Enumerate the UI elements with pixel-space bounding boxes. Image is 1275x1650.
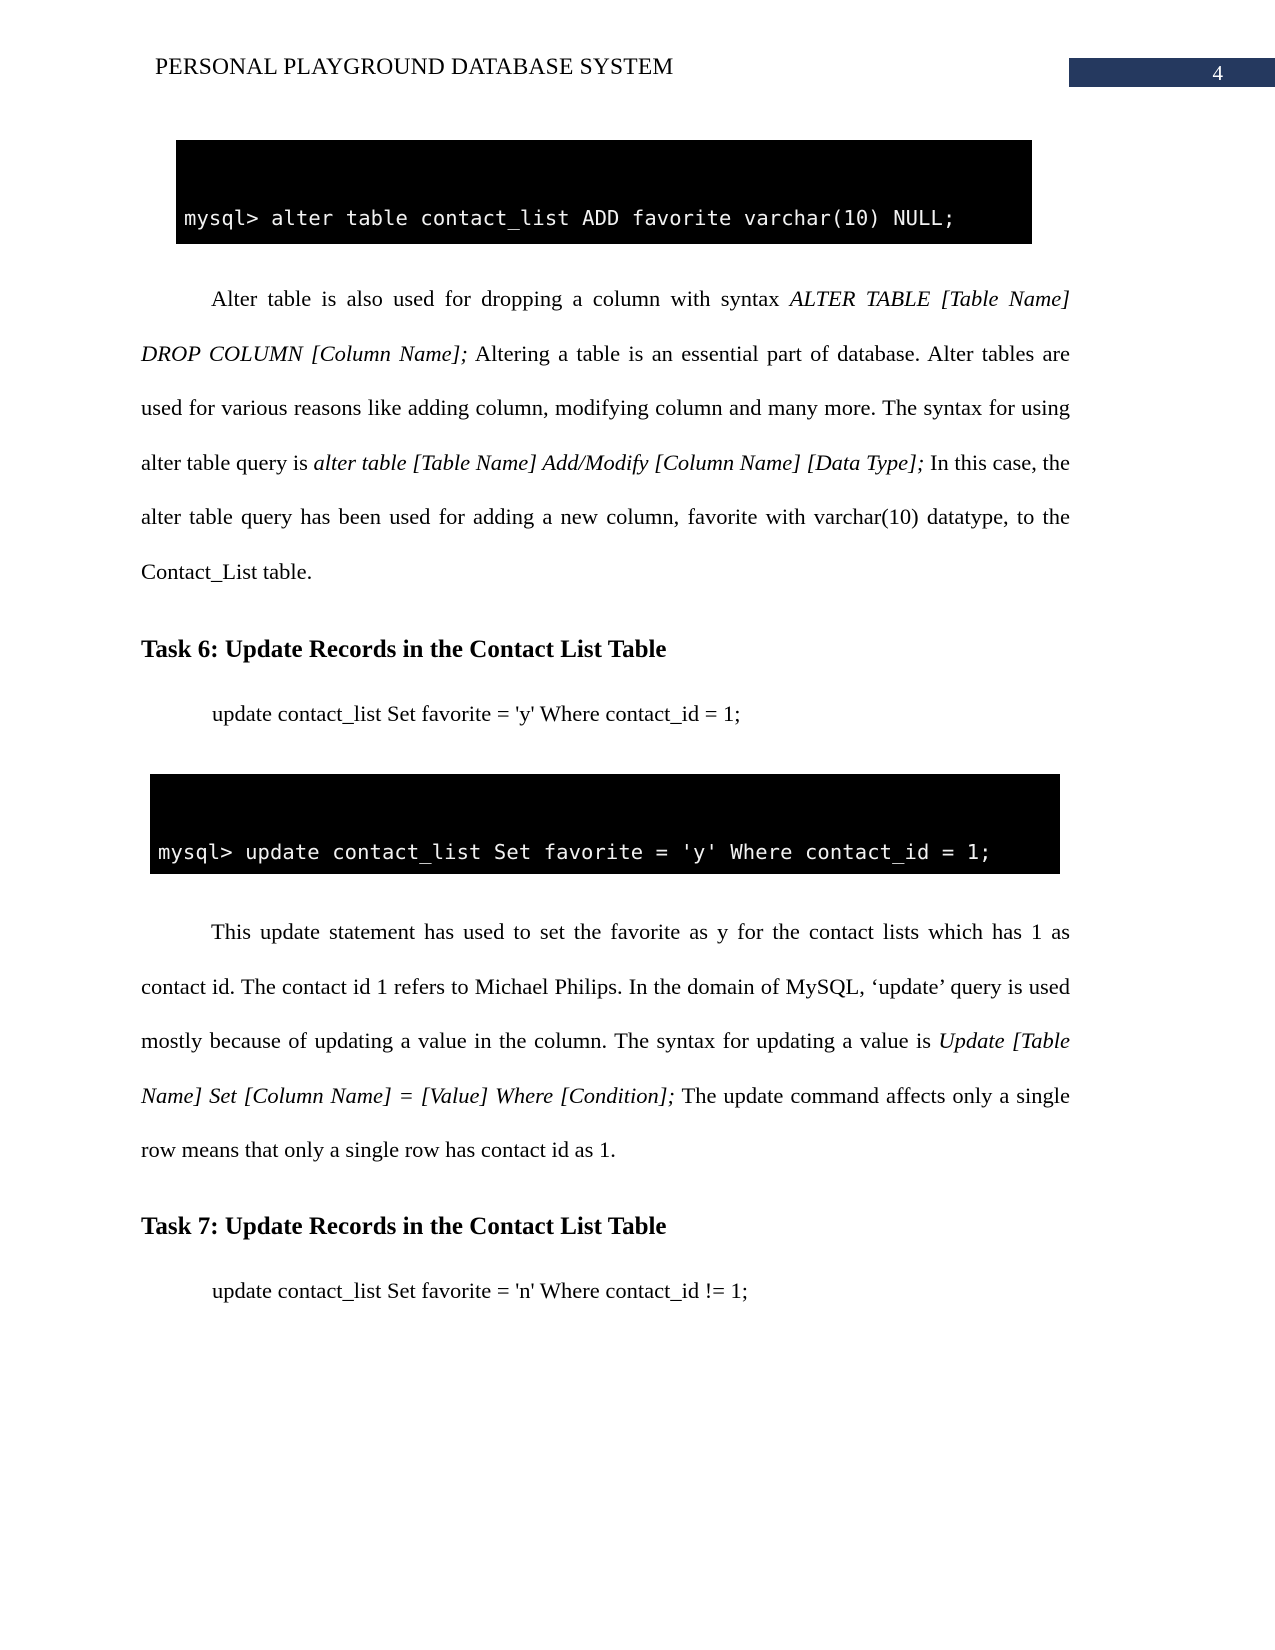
terminal-line: mysql> alter table contact_list ADD favo…	[184, 206, 956, 230]
paragraph-segment: Alter table is also used for dropping a …	[211, 286, 790, 311]
heading-task-7: Task 7: Update Records in the Contact Li…	[141, 1213, 667, 1240]
terminal-output-alter-table: mysql> alter table contact_list ADD favo…	[176, 140, 1032, 244]
page-number-badge: 4	[1069, 58, 1275, 87]
paragraph-segment: This update statement has used to set th…	[141, 919, 1070, 1054]
heading-task-6: Task 6: Update Records in the Contact Li…	[141, 636, 667, 663]
sql-statement-task-6: update contact_list Set favorite = 'y' W…	[212, 701, 741, 726]
sql-statement-task-7: update contact_list Set favorite = 'n' W…	[212, 1278, 749, 1303]
document-page: PERSONAL PLAYGROUND DATABASE SYSTEM 4 my…	[0, 0, 1275, 1650]
paragraph-update-explanation: This update statement has used to set th…	[141, 905, 1070, 1178]
terminal-output-update: mysql> update contact_list Set favorite …	[150, 774, 1060, 874]
page-title: PERSONAL PLAYGROUND DATABASE SYSTEM	[155, 54, 674, 80]
paragraph-segment-italic: alter table [Table Name] Add/Modify [Col…	[313, 449, 925, 475]
terminal-line: mysql> update contact_list Set favorite …	[158, 840, 992, 864]
page-number-value: 4	[1212, 61, 1224, 85]
paragraph-alter-table: Alter table is also used for dropping a …	[141, 272, 1070, 600]
